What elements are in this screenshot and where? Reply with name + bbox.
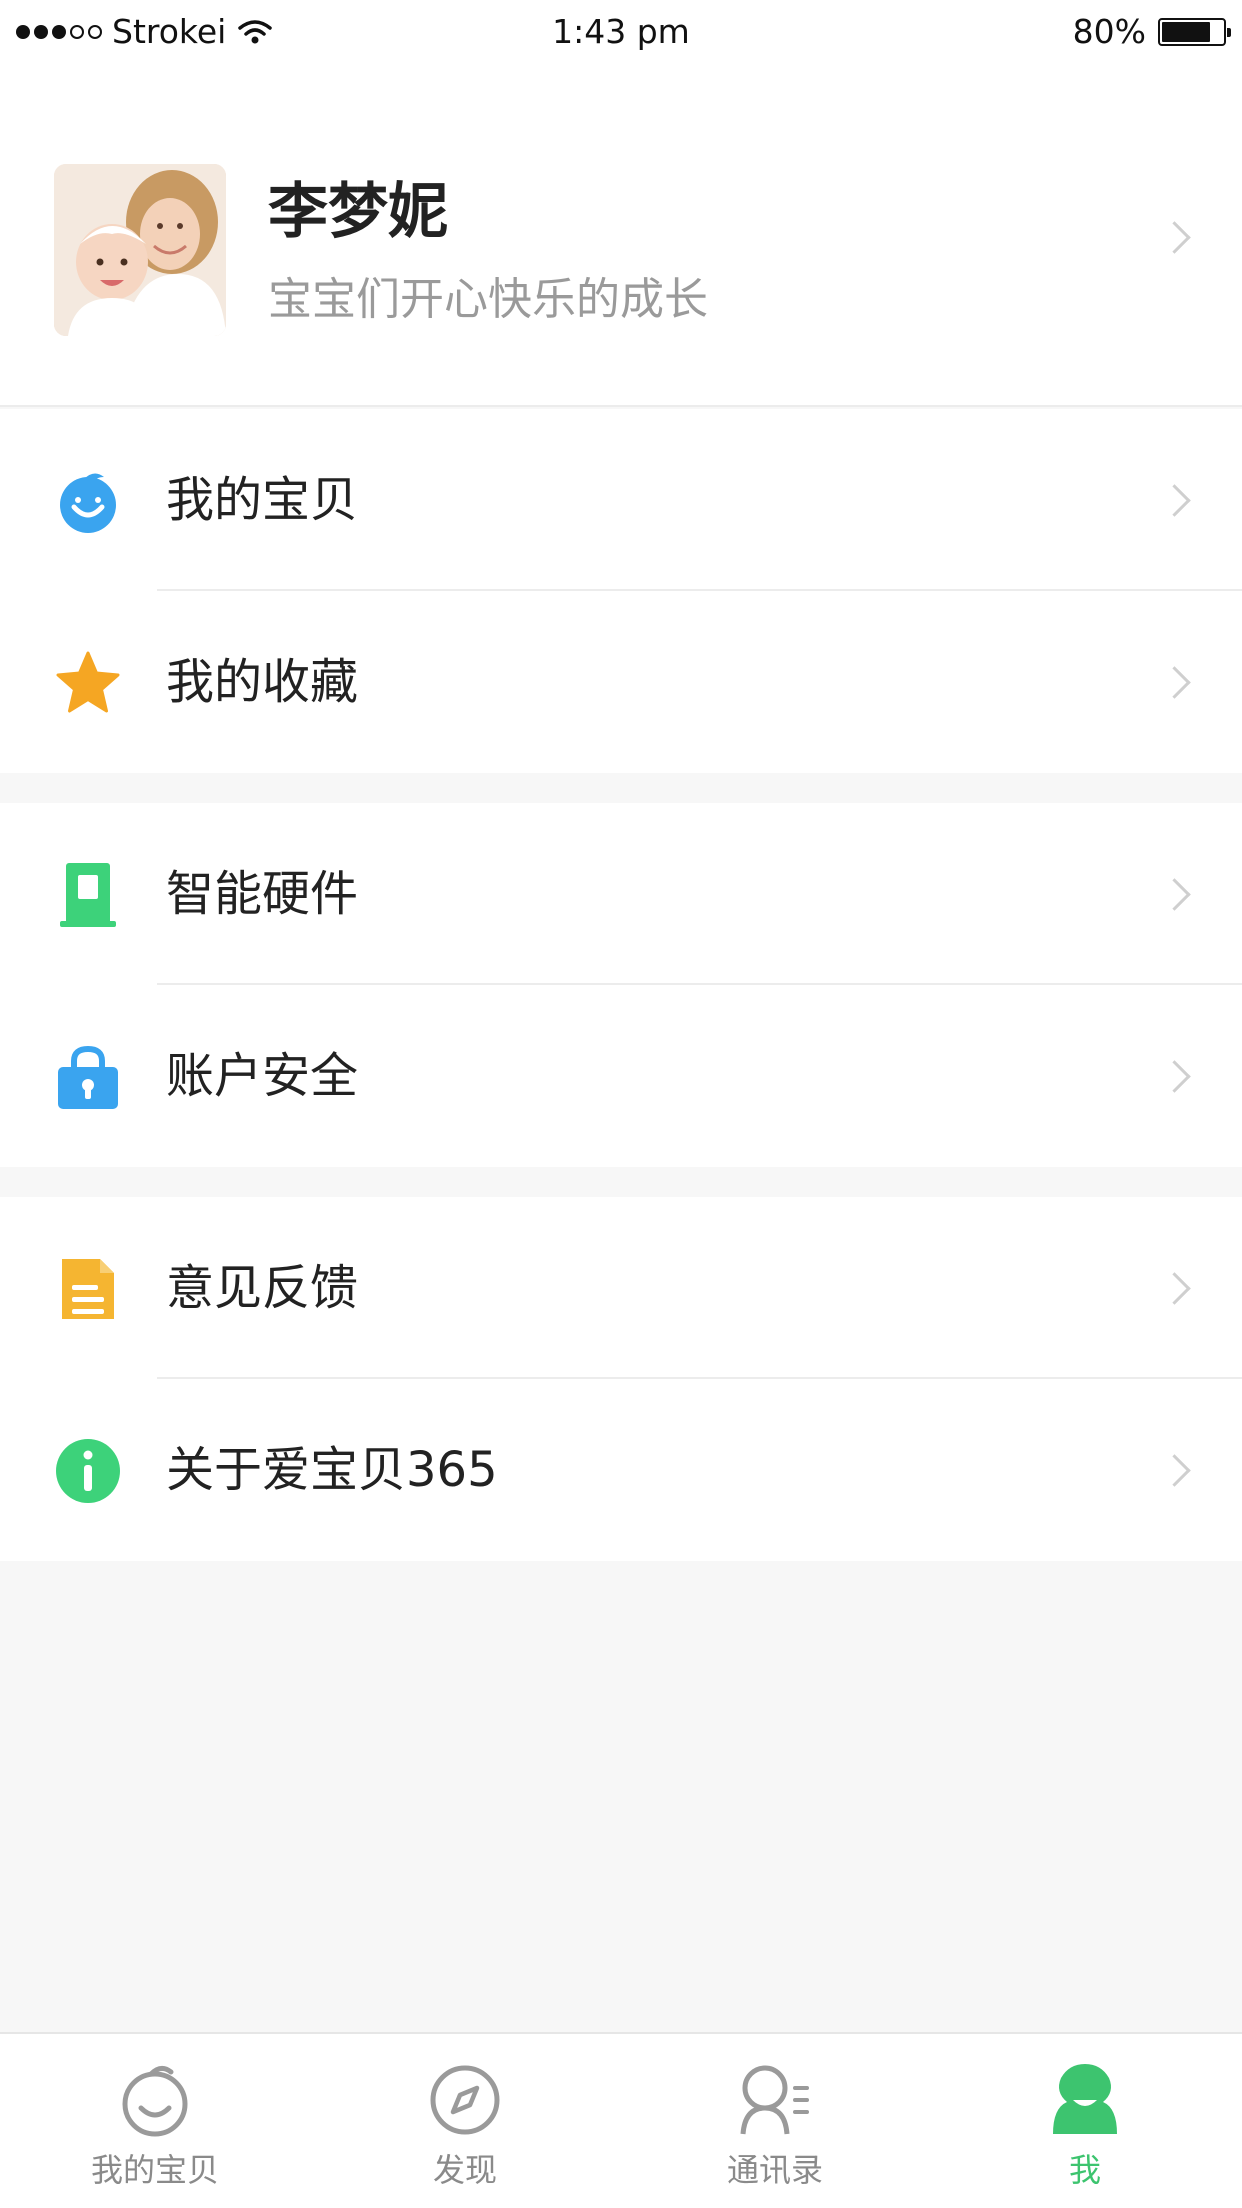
- tab-discover[interactable]: 发现: [310, 2034, 620, 2208]
- menu-item-my-favorites[interactable]: 我的收藏: [0, 591, 1242, 773]
- menu-item-label: 关于爱宝贝365: [166, 1442, 498, 1498]
- menu-group-1: 我的宝贝 我的收藏: [0, 409, 1242, 773]
- compass-icon: [430, 2065, 500, 2135]
- battery-info: 80%: [1072, 10, 1231, 54]
- menu-item-label: 账户安全: [166, 1048, 359, 1104]
- tab-my-baby[interactable]: 我的宝贝: [0, 2034, 310, 2208]
- tab-label: 我的宝贝: [90, 2151, 219, 2189]
- menu-item-my-baby[interactable]: 我的宝贝: [0, 409, 1242, 591]
- battery-icon: [1158, 18, 1231, 46]
- chevron-right-icon: [1158, 221, 1191, 254]
- device-icon: [60, 863, 116, 927]
- contacts-icon: [740, 2065, 809, 2135]
- person-icon: [1053, 2064, 1117, 2134]
- menu-item-label: 意见反馈: [166, 1260, 359, 1316]
- chevron-right-icon: [1158, 1272, 1191, 1305]
- chevron-right-icon: [1158, 1060, 1191, 1093]
- tab-me[interactable]: 我: [930, 2034, 1240, 2208]
- status-bar: Strokei 1:43 pm 80%: [0, 0, 1242, 64]
- tab-label: 我: [1068, 2151, 1101, 2189]
- menu-item-label: 我的收藏: [166, 654, 359, 710]
- profile-card[interactable]: 李梦妮 宝宝们开心快乐的成长: [0, 64, 1242, 407]
- star-icon: [56, 651, 120, 713]
- menu-group-2: 智能硬件 账户安全: [0, 803, 1242, 1167]
- clock: 1:43 pm: [552, 12, 690, 51]
- menu-item-label: 智能硬件: [166, 866, 359, 922]
- info-icon: [56, 1439, 120, 1503]
- tab-label: 发现: [432, 2151, 497, 2189]
- chevron-right-icon: [1158, 1454, 1191, 1487]
- mother-baby-photo: [54, 164, 226, 336]
- tab-bar: 我的宝贝 发现 通讯录 我: [0, 2032, 1242, 2208]
- menu-item-label: 我的宝贝: [166, 472, 359, 528]
- document-icon: [62, 1259, 114, 1319]
- baby-face-icon: [122, 2066, 188, 2137]
- lock-icon: [58, 1045, 118, 1109]
- menu-item-account-security[interactable]: 账户安全: [0, 985, 1242, 1167]
- menu-item-smart-hardware[interactable]: 智能硬件: [0, 803, 1242, 985]
- chevron-right-icon: [1158, 666, 1191, 699]
- avatar[interactable]: [54, 164, 226, 336]
- menu-group-3: 意见反馈 关于爱宝贝365: [0, 1197, 1242, 1561]
- chevron-right-icon: [1158, 484, 1191, 517]
- profile-subtitle: 宝宝们开心快乐的成长: [268, 274, 708, 325]
- menu-item-about[interactable]: 关于爱宝贝365: [0, 1379, 1242, 1561]
- chevron-right-icon: [1158, 878, 1191, 911]
- tab-label: 通讯录: [726, 2151, 823, 2189]
- profile-name: 李梦妮: [268, 177, 448, 247]
- menu-item-feedback[interactable]: 意见反馈: [0, 1197, 1242, 1379]
- battery-percent: 80%: [1072, 12, 1146, 51]
- baby-face-icon: [60, 473, 116, 533]
- tab-contacts[interactable]: 通讯录: [620, 2034, 930, 2208]
